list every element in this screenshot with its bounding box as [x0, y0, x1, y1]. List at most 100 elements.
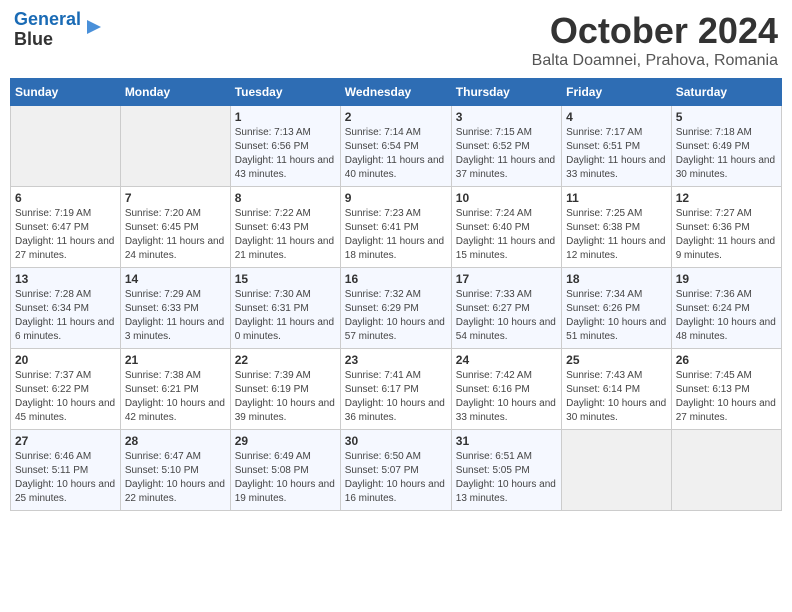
header-row: SundayMondayTuesdayWednesdayThursdayFrid…	[11, 79, 782, 106]
logo: GeneralBlue	[14, 10, 105, 50]
calendar-cell: 31 Sunrise: 6:51 AM Sunset: 5:05 PM Dayli…	[451, 430, 561, 511]
calendar-cell: 10Sunrise: 7:24 AM Sunset: 6:40 PM Dayli…	[451, 187, 561, 268]
day-info: Sunrise: 7:39 AM Sunset: 6:19 PM Dayligh…	[235, 369, 336, 425]
day-number: 8	[235, 191, 336, 205]
day-number: 5	[676, 110, 777, 124]
day-info: Sunrise: 7:30 AM Sunset: 6:31 PM Dayligh…	[235, 288, 336, 344]
day-number: 25	[566, 353, 667, 367]
day-number: 23	[345, 353, 447, 367]
day-info: Sunrise: 7:20 AM Sunset: 6:45 PM Dayligh…	[125, 207, 226, 263]
calendar-cell: 2 Sunrise: 7:14 AM Sunset: 6:54 PM Daylig…	[340, 106, 451, 187]
day-number: 26	[676, 353, 777, 367]
day-number: 9	[345, 191, 447, 205]
calendar-cell: 17 Sunrise: 7:33 AM Sunset: 6:27 PM Dayli…	[451, 268, 561, 349]
calendar-week-2: 6 Sunrise: 7:19 AM Sunset: 6:47 PM Daylig…	[11, 187, 782, 268]
calendar-cell: 25 Sunrise: 7:43 AM Sunset: 6:14 PM Dayli…	[562, 349, 672, 430]
calendar-cell: 5 Sunrise: 7:18 AM Sunset: 6:49 PM Daylig…	[671, 106, 781, 187]
day-number: 1	[235, 110, 336, 124]
calendar-cell: 16 Sunrise: 7:32 AM Sunset: 6:29 PM Dayli…	[340, 268, 451, 349]
calendar-week-5: 27 Sunrise: 6:46 AM Sunset: 5:11 PM Dayli…	[11, 430, 782, 511]
calendar-cell	[562, 430, 672, 511]
calendar-cell: 27 Sunrise: 6:46 AM Sunset: 5:11 PM Dayli…	[11, 430, 121, 511]
day-number: 28	[125, 434, 226, 448]
day-number: 10	[456, 191, 557, 205]
page-header: GeneralBlue October 2024 Balta Doamnei, …	[10, 10, 782, 70]
day-info: Sunrise: 7:36 AM Sunset: 6:24 PM Dayligh…	[676, 288, 777, 344]
weekday-header-tuesday: Tuesday	[230, 79, 340, 106]
calendar-cell: 18Sunrise: 7:34 AM Sunset: 6:26 PM Dayli…	[562, 268, 672, 349]
weekday-header-friday: Friday	[562, 79, 672, 106]
day-number: 27	[15, 434, 116, 448]
day-info: Sunrise: 7:37 AM Sunset: 6:22 PM Dayligh…	[15, 369, 116, 425]
day-info: Sunrise: 7:13 AM Sunset: 6:56 PM Dayligh…	[235, 126, 336, 182]
day-info: Sunrise: 7:18 AM Sunset: 6:49 PM Dayligh…	[676, 126, 777, 182]
calendar-cell: 30 Sunrise: 6:50 AM Sunset: 5:07 PM Dayli…	[340, 430, 451, 511]
calendar-cell	[671, 430, 781, 511]
day-info: Sunrise: 7:14 AM Sunset: 6:54 PM Dayligh…	[345, 126, 447, 182]
day-info: Sunrise: 6:49 AM Sunset: 5:08 PM Dayligh…	[235, 450, 336, 506]
calendar-cell: 6 Sunrise: 7:19 AM Sunset: 6:47 PM Daylig…	[11, 187, 121, 268]
calendar-cell: 19 Sunrise: 7:36 AM Sunset: 6:24 PM Dayli…	[671, 268, 781, 349]
calendar-cell: 11 Sunrise: 7:25 AM Sunset: 6:38 PM Dayli…	[562, 187, 672, 268]
day-info: Sunrise: 6:50 AM Sunset: 5:07 PM Dayligh…	[345, 450, 447, 506]
day-number: 21	[125, 353, 226, 367]
day-number: 30	[345, 434, 447, 448]
calendar-cell: 28 Sunrise: 6:47 AM Sunset: 5:10 PM Dayli…	[120, 430, 230, 511]
day-number: 12	[676, 191, 777, 205]
weekday-header-thursday: Thursday	[451, 79, 561, 106]
day-number: 31	[456, 434, 557, 448]
calendar-cell: 20Sunrise: 7:37 AM Sunset: 6:22 PM Dayli…	[11, 349, 121, 430]
day-info: Sunrise: 7:42 AM Sunset: 6:16 PM Dayligh…	[456, 369, 557, 425]
calendar-cell: 3Sunrise: 7:15 AM Sunset: 6:52 PM Daylig…	[451, 106, 561, 187]
day-info: Sunrise: 6:47 AM Sunset: 5:10 PM Dayligh…	[125, 450, 226, 506]
day-number: 2	[345, 110, 447, 124]
day-number: 17	[456, 272, 557, 286]
day-info: Sunrise: 7:33 AM Sunset: 6:27 PM Dayligh…	[456, 288, 557, 344]
day-number: 15	[235, 272, 336, 286]
day-number: 29	[235, 434, 336, 448]
day-info: Sunrise: 7:38 AM Sunset: 6:21 PM Dayligh…	[125, 369, 226, 425]
calendar-week-1: 1 Sunrise: 7:13 AM Sunset: 6:56 PM Daylig…	[11, 106, 782, 187]
logo-text: GeneralBlue	[14, 10, 81, 50]
calendar-cell: 9 Sunrise: 7:23 AM Sunset: 6:41 PM Daylig…	[340, 187, 451, 268]
day-number: 6	[15, 191, 116, 205]
day-info: Sunrise: 7:32 AM Sunset: 6:29 PM Dayligh…	[345, 288, 447, 344]
day-info: Sunrise: 7:43 AM Sunset: 6:14 PM Dayligh…	[566, 369, 667, 425]
calendar-cell: 23Sunrise: 7:41 AM Sunset: 6:17 PM Dayli…	[340, 349, 451, 430]
calendar-cell: 13 Sunrise: 7:28 AM Sunset: 6:34 PM Dayli…	[11, 268, 121, 349]
day-info: Sunrise: 7:28 AM Sunset: 6:34 PM Dayligh…	[15, 288, 116, 344]
day-info: Sunrise: 7:27 AM Sunset: 6:36 PM Dayligh…	[676, 207, 777, 263]
day-info: Sunrise: 6:46 AM Sunset: 5:11 PM Dayligh…	[15, 450, 116, 506]
calendar-cell: 12 Sunrise: 7:27 AM Sunset: 6:36 PM Dayli…	[671, 187, 781, 268]
day-info: Sunrise: 7:25 AM Sunset: 6:38 PM Dayligh…	[566, 207, 667, 263]
day-number: 22	[235, 353, 336, 367]
day-info: Sunrise: 6:51 AM Sunset: 5:05 PM Dayligh…	[456, 450, 557, 506]
month-title: October 2024	[532, 10, 778, 52]
calendar-cell: 1 Sunrise: 7:13 AM Sunset: 6:56 PM Daylig…	[230, 106, 340, 187]
calendar-week-4: 20Sunrise: 7:37 AM Sunset: 6:22 PM Dayli…	[11, 349, 782, 430]
day-info: Sunrise: 7:45 AM Sunset: 6:13 PM Dayligh…	[676, 369, 777, 425]
day-number: 7	[125, 191, 226, 205]
weekday-header-wednesday: Wednesday	[340, 79, 451, 106]
day-info: Sunrise: 7:23 AM Sunset: 6:41 PM Dayligh…	[345, 207, 447, 263]
day-info: Sunrise: 7:22 AM Sunset: 6:43 PM Dayligh…	[235, 207, 336, 263]
day-number: 13	[15, 272, 116, 286]
calendar-cell: 15 Sunrise: 7:30 AM Sunset: 6:31 PM Dayli…	[230, 268, 340, 349]
day-number: 11	[566, 191, 667, 205]
day-number: 14	[125, 272, 226, 286]
day-number: 16	[345, 272, 447, 286]
day-number: 4	[566, 110, 667, 124]
location-text: Balta Doamnei, Prahova, Romania	[532, 52, 778, 70]
day-info: Sunrise: 7:17 AM Sunset: 6:51 PM Dayligh…	[566, 126, 667, 182]
weekday-header-sunday: Sunday	[11, 79, 121, 106]
weekday-header-monday: Monday	[120, 79, 230, 106]
weekday-header-saturday: Saturday	[671, 79, 781, 106]
day-info: Sunrise: 7:19 AM Sunset: 6:47 PM Dayligh…	[15, 207, 116, 263]
calendar-table: SundayMondayTuesdayWednesdayThursdayFrid…	[10, 78, 782, 511]
calendar-cell: 14Sunrise: 7:29 AM Sunset: 6:33 PM Dayli…	[120, 268, 230, 349]
calendar-cell: 4 Sunrise: 7:17 AM Sunset: 6:51 PM Daylig…	[562, 106, 672, 187]
calendar-cell: 24Sunrise: 7:42 AM Sunset: 6:16 PM Dayli…	[451, 349, 561, 430]
calendar-cell: 8 Sunrise: 7:22 AM Sunset: 6:43 PM Daylig…	[230, 187, 340, 268]
calendar-cell	[11, 106, 121, 187]
day-number: 19	[676, 272, 777, 286]
